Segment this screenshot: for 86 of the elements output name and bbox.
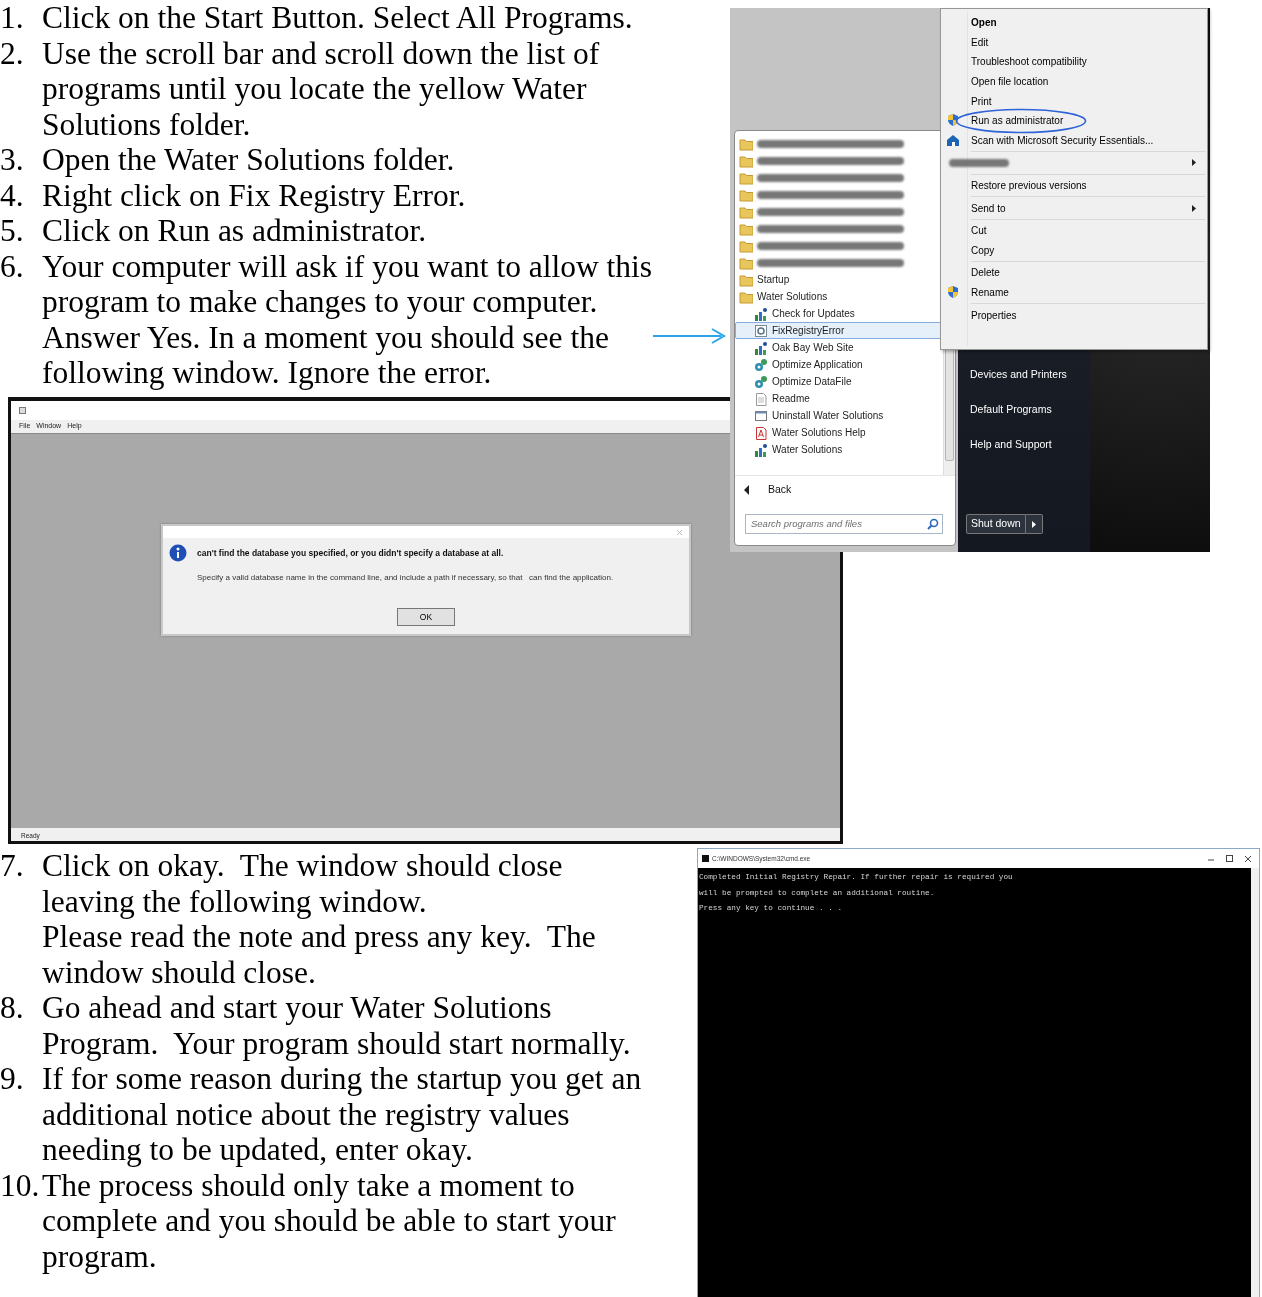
- maximize-icon[interactable]: [1226, 855, 1233, 862]
- chart-icon: [754, 340, 768, 355]
- step-number: 10.: [0, 1167, 41, 1205]
- gears-icon: [754, 357, 768, 372]
- program-item-selected[interactable]: FixRegistryError: [735, 322, 943, 339]
- menu-item[interactable]: Open file location: [971, 73, 1049, 91]
- menu-item[interactable]: Cut: [971, 222, 987, 240]
- start-menu-link[interactable]: Default Programs: [966, 397, 1090, 422]
- dialog-heading: can't find the database you specified, or you didn't specify a database at all.: [197, 547, 505, 560]
- menu-item[interactable]: Send to: [971, 199, 1006, 217]
- instruction-text: Right click on Fix Registry Error.: [42, 177, 467, 213]
- folder-icon: [739, 255, 753, 270]
- folder-icon: [739, 289, 753, 304]
- program-item[interactable]: Uninstall Water Solutions: [772, 408, 884, 423]
- step-number: 7.: [0, 848, 25, 885]
- program-item[interactable]: Water Solutions: [772, 442, 843, 457]
- start-menu-link[interactable]: Devices and Printers: [966, 363, 1090, 387]
- step-number: 9.: [0, 1061, 25, 1098]
- app-icon: [19, 406, 27, 415]
- step-number: 3.: [0, 142, 25, 178]
- document-icon: [754, 391, 768, 406]
- instruction-text: Click on the Start Button. Select All Programs.: [42, 0, 634, 36]
- back-arrow-icon: [743, 483, 750, 496]
- console-icon: [702, 855, 709, 862]
- shield-icon: [946, 284, 960, 299]
- program-item[interactable]: Water Solutions Help: [772, 425, 866, 440]
- instruction-text: Use the scroll bar and scroll down the list of programs until you locate the yellow Water Solutions folder.: [42, 35, 601, 142]
- step-number: 2.: [0, 35, 25, 73]
- instruction-text: Open the Water Solutions folder.: [42, 142, 456, 178]
- menu-item[interactable]: Copy: [971, 241, 995, 259]
- pdf-document-icon: [754, 425, 768, 440]
- search-icon: [927, 517, 939, 530]
- ok-button[interactable]: OK: [397, 608, 455, 626]
- step-number: 5.: [0, 213, 25, 249]
- folder-icon: [739, 272, 753, 287]
- program-item[interactable]: Startup: [757, 272, 790, 287]
- instruction-text: The process should only take a moment to complete and you should be able to start your program.: [42, 1167, 617, 1274]
- folder-icon: [739, 187, 753, 202]
- folder-icon: [739, 136, 753, 151]
- folder-icon: [739, 238, 753, 253]
- menu-item[interactable]: Scan with Microsoft Security Essentials...: [971, 131, 1154, 149]
- scrollbar[interactable]: [1251, 868, 1259, 1297]
- instruction-text: If for some reason during the startup you get an additional notice about the registry values needing to be updated, enter okay.: [42, 1061, 643, 1168]
- step-number: 6.: [0, 248, 25, 286]
- folder-icon: [739, 204, 753, 219]
- info-icon: [169, 544, 187, 562]
- shutdown-button[interactable]: Shut down: [966, 514, 1026, 534]
- folder-icon: [739, 153, 753, 168]
- instruction-text: Your computer will ask if you want to allow this program to make changes to your computer. Answer Yes. In a moment you should see the following window. Ignore the error.: [42, 248, 654, 391]
- menu-item[interactable]: Print: [971, 92, 992, 110]
- shield-icon: [946, 112, 960, 127]
- blurred-text: [949, 158, 1009, 167]
- menu-item[interactable]: Rename: [971, 284, 1009, 301]
- step-number: 1.: [0, 0, 25, 36]
- back-link[interactable]: Back: [768, 482, 792, 498]
- menu-item[interactable]: Properties: [971, 306, 1017, 324]
- program-item[interactable]: Check for Updates: [772, 306, 855, 321]
- close-icon[interactable]: [1245, 855, 1251, 862]
- window-icon: [754, 408, 768, 423]
- chart-icon: [754, 442, 768, 457]
- dialog-message: Specify a valid database name in the command line, and include a path if necessary, so that can find the application.: [197, 571, 614, 584]
- instruction-text: Go ahead and start your Water Solutions Program. Your program should start normally.: [42, 990, 632, 1061]
- program-item[interactable]: Readme: [772, 391, 810, 406]
- menu-item[interactable]: Restore previous versions: [971, 177, 1087, 195]
- arrow-icon: [1030, 519, 1037, 529]
- program-item[interactable]: Optimize DataFile: [772, 374, 852, 389]
- start-menu-link[interactable]: Help and Support: [966, 432, 1090, 457]
- menu-item[interactable]: Open: [971, 14, 997, 32]
- program-item[interactable]: Optimize Application: [772, 357, 863, 372]
- program-item[interactable]: Water Solutions: [757, 289, 828, 304]
- menu-item[interactable]: Edit: [971, 33, 989, 51]
- gears-icon: [754, 374, 768, 389]
- step-number: 4.: [0, 177, 25, 213]
- gear-document-icon: [754, 323, 768, 338]
- step-number: 8.: [0, 990, 25, 1027]
- house-icon: [946, 132, 960, 147]
- search-field[interactable]: Search programs and files: [745, 513, 943, 534]
- chart-icon: [754, 306, 768, 321]
- instruction-text: Click on okay. The window should close leaving the following window.: [42, 848, 564, 919]
- instruction-text: Please read the note and press any key. The window should close.: [42, 919, 597, 990]
- program-item[interactable]: Oak Bay Web Site: [772, 340, 854, 355]
- folder-icon: [739, 221, 753, 236]
- menu-item[interactable]: Troubleshoot compatibility: [971, 53, 1087, 71]
- menu-item[interactable]: Delete: [971, 264, 1000, 282]
- instruction-text: Click on Run as administrator.: [42, 213, 428, 249]
- folder-icon: [739, 170, 753, 185]
